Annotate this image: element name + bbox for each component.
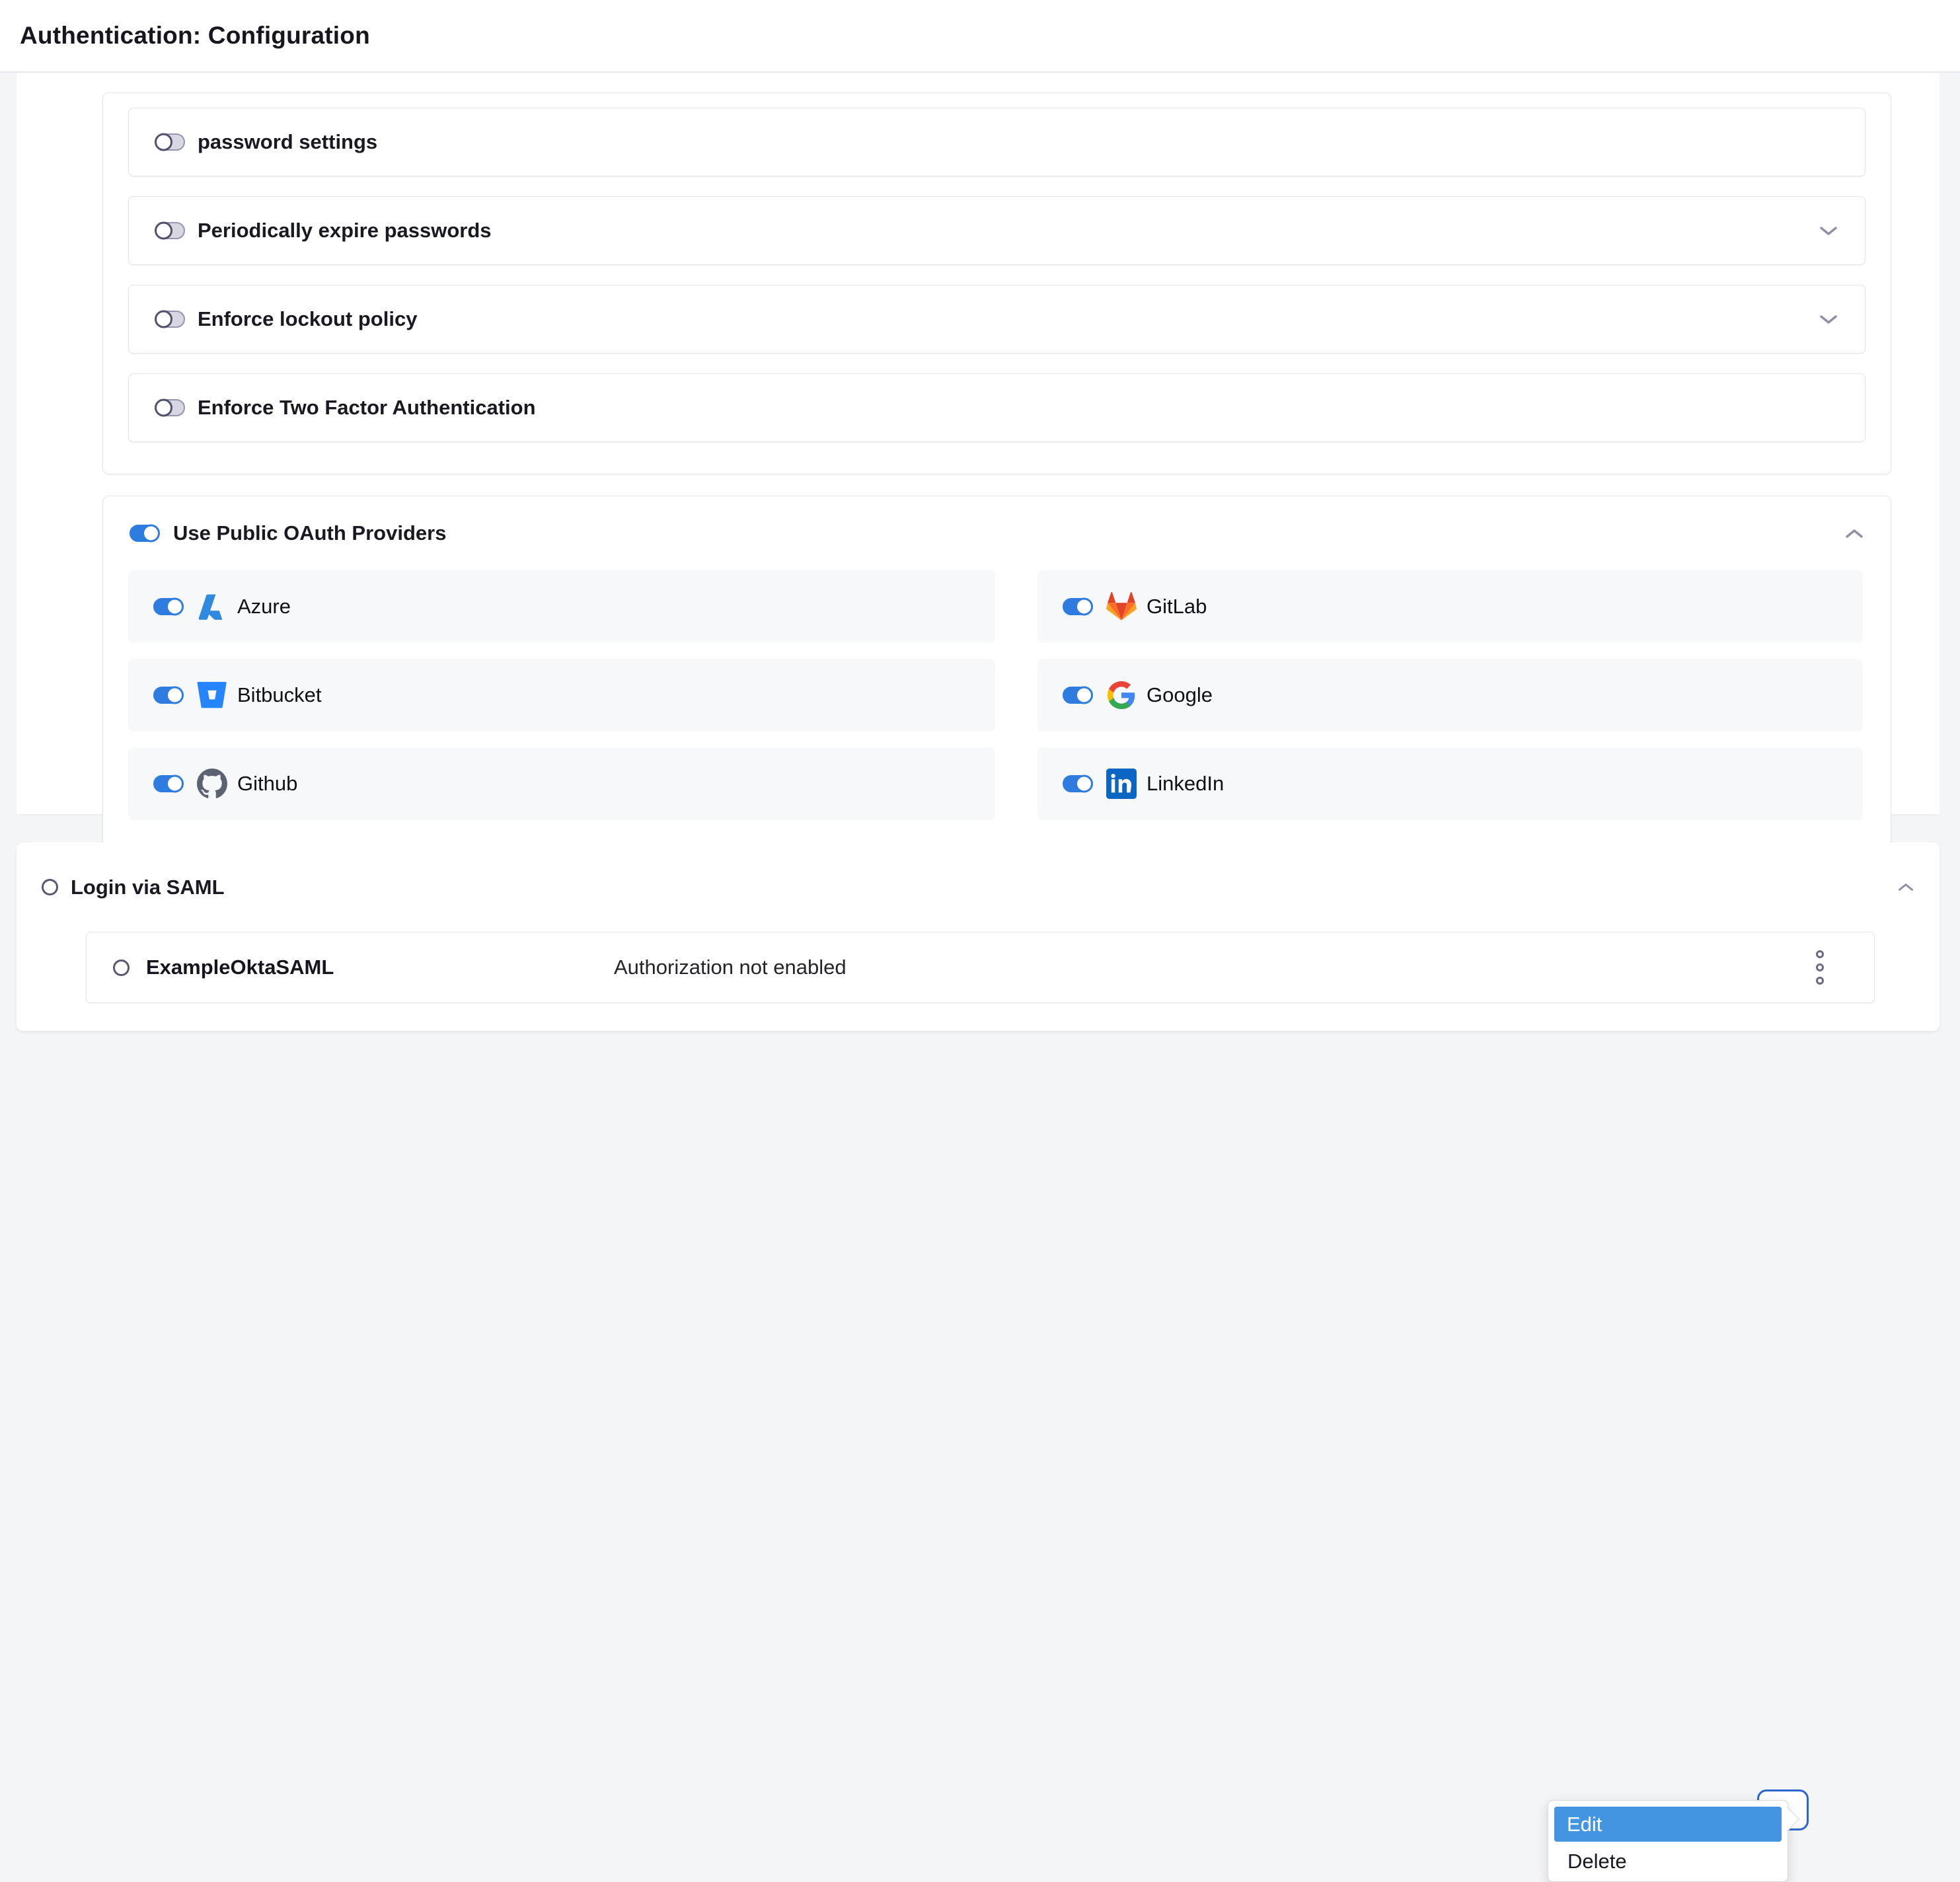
password-setting-row: Periodically expire passwords <box>128 196 1866 265</box>
linkedin-icon <box>1106 769 1137 799</box>
toggle-knob <box>1075 775 1093 793</box>
chevron-down-icon[interactable] <box>1819 314 1838 325</box>
setting-label: Periodically expire passwords <box>198 219 492 243</box>
gitlab-icon <box>1106 591 1137 622</box>
oauth-master-toggle[interactable] <box>130 525 159 542</box>
toggle-knob <box>155 311 172 328</box>
toggle-knob <box>155 222 172 240</box>
saml-entry-status: Authorization not enabled <box>614 956 847 979</box>
provider-toggle[interactable] <box>1063 598 1092 615</box>
provider-name: LinkedIn <box>1147 772 1224 796</box>
saml-entry-radio[interactable] <box>113 960 130 976</box>
setting-label: Enforce Two Factor Authentication <box>198 396 536 420</box>
oauth-provider-row: Azure <box>128 570 995 643</box>
oauth-provider-row: Bitbucket <box>128 659 995 732</box>
toggle-knob <box>1075 598 1093 616</box>
toggle-knob <box>1075 687 1093 704</box>
azure-icon <box>197 591 227 622</box>
provider-toggle[interactable] <box>153 687 183 704</box>
toggle-knob <box>142 525 160 543</box>
provider-toggle[interactable] <box>153 598 183 615</box>
page-header: Authentication: Configuration <box>0 0 1960 73</box>
oauth-provider-row: GitLab <box>1037 570 1863 643</box>
kebab-menu-icon[interactable] <box>1816 950 1824 985</box>
password-setting-row-partial: password settings <box>128 108 1866 176</box>
provider-name: Azure <box>237 595 291 619</box>
settings-panel: password settings Periodically expire pa… <box>17 73 1940 814</box>
provider-toggle[interactable] <box>1063 687 1092 704</box>
provider-toggle[interactable] <box>1063 775 1092 792</box>
setting-label: password settings <box>198 130 377 154</box>
provider-name: Google <box>1147 683 1213 707</box>
setting-label: Enforce lockout policy <box>198 307 417 331</box>
saml-section-radio[interactable] <box>42 879 58 895</box>
chevron-up-icon[interactable] <box>1897 882 1914 892</box>
toggle[interactable] <box>155 399 185 416</box>
saml-section-header: Login via SAML <box>17 843 1940 932</box>
chevron-down-icon[interactable] <box>1819 225 1838 237</box>
toggle-knob <box>155 133 172 151</box>
saml-entry-name: ExampleOktaSAML <box>146 956 614 979</box>
oauth-provider-row: Github <box>128 747 995 820</box>
toggle[interactable] <box>155 133 185 151</box>
oauth-provider-row: Google <box>1037 659 1863 732</box>
provider-name: GitLab <box>1147 595 1207 619</box>
saml-entry-row: ExampleOktaSAML Authorization not enable… <box>86 932 1875 1003</box>
google-icon <box>1106 680 1137 710</box>
bitbucket-icon <box>197 680 227 710</box>
password-setting-row: Enforce Two Factor Authentication <box>128 373 1866 442</box>
password-setting-row: Enforce lockout policy <box>128 285 1866 354</box>
context-menu: Edit Delete <box>1548 1800 1788 1882</box>
oauth-section-header: Use Public OAuth Providers <box>103 496 1891 570</box>
provider-name: Github <box>237 772 297 796</box>
oauth-providers-group: Use Public OAuth Providers Azure <box>102 496 1891 854</box>
saml-section: Login via SAML ExampleOktaSAML Authoriza… <box>17 843 1940 1031</box>
toggle[interactable] <box>155 311 185 328</box>
password-settings-group: password settings Periodically expire pa… <box>102 93 1891 474</box>
saml-section-label: Login via SAML <box>71 876 225 899</box>
chevron-up-icon[interactable] <box>1844 528 1864 539</box>
context-menu-item[interactable]: Delete <box>1554 1844 1782 1879</box>
toggle-knob <box>166 775 184 793</box>
toggle-knob <box>166 598 184 616</box>
oauth-provider-row: LinkedIn <box>1037 747 1863 820</box>
toggle-knob <box>155 399 172 417</box>
provider-toggle[interactable] <box>153 775 183 792</box>
provider-name: Bitbucket <box>237 683 322 707</box>
github-icon <box>197 769 227 799</box>
page-title: Authentication: Configuration <box>20 22 370 50</box>
oauth-section-label: Use Public OAuth Providers <box>173 521 446 545</box>
context-menu-item[interactable]: Edit <box>1554 1807 1782 1842</box>
oauth-provider-grid: Azure Bitbucket <box>128 570 1866 820</box>
toggle-knob <box>166 687 184 704</box>
toggle[interactable] <box>155 222 185 239</box>
